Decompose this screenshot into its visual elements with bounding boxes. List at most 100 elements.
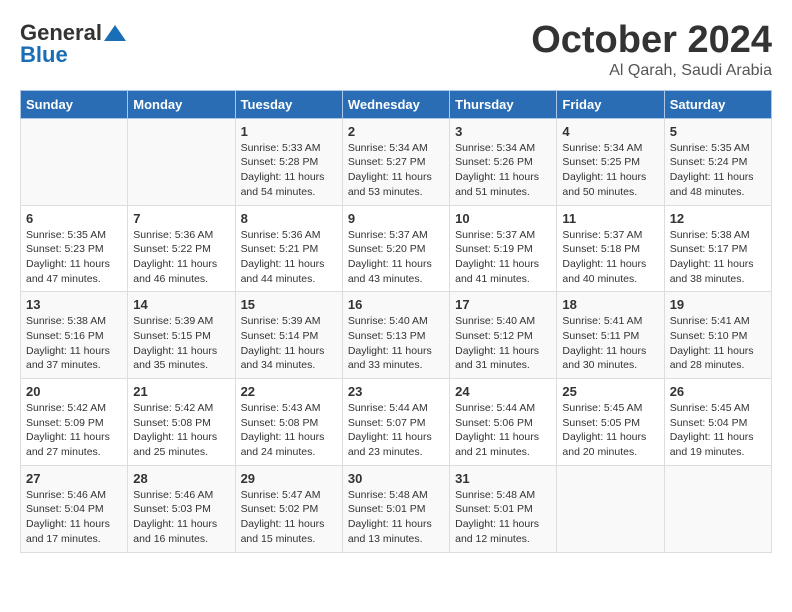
day-info: Sunrise: 5:37 AM Sunset: 5:18 PM Dayligh… — [562, 228, 658, 287]
day-info: Sunrise: 5:34 AM Sunset: 5:26 PM Dayligh… — [455, 141, 551, 200]
day-number: 15 — [241, 297, 337, 312]
calendar-cell: 4 Sunrise: 5:34 AM Sunset: 5:25 PM Daylig… — [557, 118, 664, 205]
day-info: Sunrise: 5:37 AM Sunset: 5:19 PM Dayligh… — [455, 228, 551, 287]
logo-icon — [104, 25, 126, 41]
day-info: Sunrise: 5:41 AM Sunset: 5:10 PM Dayligh… — [670, 314, 766, 373]
day-number: 23 — [348, 384, 444, 399]
calendar-cell: 3 Sunrise: 5:34 AM Sunset: 5:26 PM Daylig… — [450, 118, 557, 205]
calendar-cell: 12Sunrise: 5:38 AM Sunset: 5:17 PM Dayli… — [664, 205, 771, 292]
day-info: Sunrise: 5:44 AM Sunset: 5:06 PM Dayligh… — [455, 401, 551, 460]
day-number: 11 — [562, 211, 658, 226]
day-info: Sunrise: 5:46 AM Sunset: 5:03 PM Dayligh… — [133, 488, 229, 547]
day-number: 16 — [348, 297, 444, 312]
week-row-1: 1Sunrise: 5:33 AM Sunset: 5:28 PM Daylig… — [21, 118, 772, 205]
calendar-cell: 6Sunrise: 5:35 AM Sunset: 5:23 PM Daylig… — [21, 205, 128, 292]
day-number: 12 — [670, 211, 766, 226]
day-info: Sunrise: 5:43 AM Sunset: 5:08 PM Dayligh… — [241, 401, 337, 460]
calendar-table: SundayMondayTuesdayWednesdayThursdayFrid… — [20, 90, 772, 553]
calendar-cell: 25 Sunrise: 5:45 AM Sunset: 5:05 PM Dayli… — [557, 379, 664, 466]
month-title: October 2024 — [531, 20, 772, 62]
calendar-cell: 9 Sunrise: 5:37 AM Sunset: 5:20 PM Daylig… — [342, 205, 449, 292]
header-day-friday: Friday — [557, 90, 664, 118]
calendar-cell: 17 Sunrise: 5:40 AM Sunset: 5:12 PM Dayli… — [450, 292, 557, 379]
calendar-cell: 8Sunrise: 5:36 AM Sunset: 5:21 PM Daylig… — [235, 205, 342, 292]
day-number: 1 — [241, 124, 337, 139]
day-info: Sunrise: 5:45 AM Sunset: 5:04 PM Dayligh… — [670, 401, 766, 460]
calendar-cell: 28Sunrise: 5:46 AM Sunset: 5:03 PM Dayli… — [128, 465, 235, 552]
calendar-cell: 27 Sunrise: 5:46 AM Sunset: 5:04 PM Dayli… — [21, 465, 128, 552]
day-info: Sunrise: 5:48 AM Sunset: 5:01 PM Dayligh… — [348, 488, 444, 547]
day-number: 26 — [670, 384, 766, 399]
day-number: 7 — [133, 211, 229, 226]
day-number: 25 — [562, 384, 658, 399]
header-day-thursday: Thursday — [450, 90, 557, 118]
day-info: Sunrise: 5:35 AM Sunset: 5:24 PM Dayligh… — [670, 141, 766, 200]
calendar-cell: 16Sunrise: 5:40 AM Sunset: 5:13 PM Dayli… — [342, 292, 449, 379]
day-number: 21 — [133, 384, 229, 399]
day-info: Sunrise: 5:45 AM Sunset: 5:05 PM Dayligh… — [562, 401, 658, 460]
day-info: Sunrise: 5:39 AM Sunset: 5:14 PM Dayligh… — [241, 314, 337, 373]
calendar-cell: 26 Sunrise: 5:45 AM Sunset: 5:04 PM Dayli… — [664, 379, 771, 466]
day-number: 31 — [455, 471, 551, 486]
calendar-cell: 1Sunrise: 5:33 AM Sunset: 5:28 PM Daylig… — [235, 118, 342, 205]
calendar-cell — [128, 118, 235, 205]
header-day-sunday: Sunday — [21, 90, 128, 118]
logo: General Blue — [20, 20, 126, 68]
day-info: Sunrise: 5:36 AM Sunset: 5:21 PM Dayligh… — [241, 228, 337, 287]
calendar-cell: 10 Sunrise: 5:37 AM Sunset: 5:19 PM Dayli… — [450, 205, 557, 292]
calendar-cell: 22 Sunrise: 5:43 AM Sunset: 5:08 PM Dayli… — [235, 379, 342, 466]
day-number: 19 — [670, 297, 766, 312]
day-number: 18 — [562, 297, 658, 312]
calendar-cell: 21 Sunrise: 5:42 AM Sunset: 5:08 PM Dayli… — [128, 379, 235, 466]
calendar-cell — [21, 118, 128, 205]
day-number: 30 — [348, 471, 444, 486]
week-row-5: 27 Sunrise: 5:46 AM Sunset: 5:04 PM Dayli… — [21, 465, 772, 552]
day-info: Sunrise: 5:47 AM Sunset: 5:02 PM Dayligh… — [241, 488, 337, 547]
calendar-cell: 30 Sunrise: 5:48 AM Sunset: 5:01 PM Dayli… — [342, 465, 449, 552]
day-number: 20 — [26, 384, 122, 399]
day-info: Sunrise: 5:35 AM Sunset: 5:23 PM Dayligh… — [26, 228, 122, 287]
calendar-cell: 31 Sunrise: 5:48 AM Sunset: 5:01 PM Dayli… — [450, 465, 557, 552]
calendar-cell: 15 Sunrise: 5:39 AM Sunset: 5:14 PM Dayli… — [235, 292, 342, 379]
header-row: SundayMondayTuesdayWednesdayThursdayFrid… — [21, 90, 772, 118]
day-number: 27 — [26, 471, 122, 486]
day-info: Sunrise: 5:44 AM Sunset: 5:07 PM Dayligh… — [348, 401, 444, 460]
day-info: Sunrise: 5:34 AM Sunset: 5:25 PM Dayligh… — [562, 141, 658, 200]
week-row-2: 6Sunrise: 5:35 AM Sunset: 5:23 PM Daylig… — [21, 205, 772, 292]
day-number: 2 — [348, 124, 444, 139]
calendar-cell: 18 Sunrise: 5:41 AM Sunset: 5:11 PM Dayli… — [557, 292, 664, 379]
day-number: 22 — [241, 384, 337, 399]
day-info: Sunrise: 5:39 AM Sunset: 5:15 PM Dayligh… — [133, 314, 229, 373]
calendar-cell — [557, 465, 664, 552]
calendar-cell: 13Sunrise: 5:38 AM Sunset: 5:16 PM Dayli… — [21, 292, 128, 379]
logo-blue-text: Blue — [20, 42, 68, 68]
day-number: 4 — [562, 124, 658, 139]
header-day-tuesday: Tuesday — [235, 90, 342, 118]
day-number: 3 — [455, 124, 551, 139]
day-info: Sunrise: 5:42 AM Sunset: 5:09 PM Dayligh… — [26, 401, 122, 460]
week-row-3: 13Sunrise: 5:38 AM Sunset: 5:16 PM Dayli… — [21, 292, 772, 379]
day-info: Sunrise: 5:38 AM Sunset: 5:16 PM Dayligh… — [26, 314, 122, 373]
calendar-cell: 2Sunrise: 5:34 AM Sunset: 5:27 PM Daylig… — [342, 118, 449, 205]
day-info: Sunrise: 5:41 AM Sunset: 5:11 PM Dayligh… — [562, 314, 658, 373]
day-number: 29 — [241, 471, 337, 486]
location-title: Al Qarah, Saudi Arabia — [531, 62, 772, 80]
page-header: General Blue October 2024 Al Qarah, Saud… — [20, 20, 772, 80]
day-info: Sunrise: 5:40 AM Sunset: 5:12 PM Dayligh… — [455, 314, 551, 373]
calendar-cell: 14Sunrise: 5:39 AM Sunset: 5:15 PM Dayli… — [128, 292, 235, 379]
calendar-cell: 23 Sunrise: 5:44 AM Sunset: 5:07 PM Dayli… — [342, 379, 449, 466]
day-info: Sunrise: 5:48 AM Sunset: 5:01 PM Dayligh… — [455, 488, 551, 547]
title-block: October 2024 Al Qarah, Saudi Arabia — [531, 20, 772, 80]
day-info: Sunrise: 5:42 AM Sunset: 5:08 PM Dayligh… — [133, 401, 229, 460]
day-number: 5 — [670, 124, 766, 139]
calendar-cell: 24Sunrise: 5:44 AM Sunset: 5:06 PM Dayli… — [450, 379, 557, 466]
week-row-4: 20 Sunrise: 5:42 AM Sunset: 5:09 PM Dayli… — [21, 379, 772, 466]
day-number: 17 — [455, 297, 551, 312]
day-number: 9 — [348, 211, 444, 226]
day-number: 10 — [455, 211, 551, 226]
header-day-wednesday: Wednesday — [342, 90, 449, 118]
calendar-cell: 5 Sunrise: 5:35 AM Sunset: 5:24 PM Daylig… — [664, 118, 771, 205]
day-info: Sunrise: 5:46 AM Sunset: 5:04 PM Dayligh… — [26, 488, 122, 547]
calendar-cell: 20 Sunrise: 5:42 AM Sunset: 5:09 PM Dayli… — [21, 379, 128, 466]
day-info: Sunrise: 5:37 AM Sunset: 5:20 PM Dayligh… — [348, 228, 444, 287]
